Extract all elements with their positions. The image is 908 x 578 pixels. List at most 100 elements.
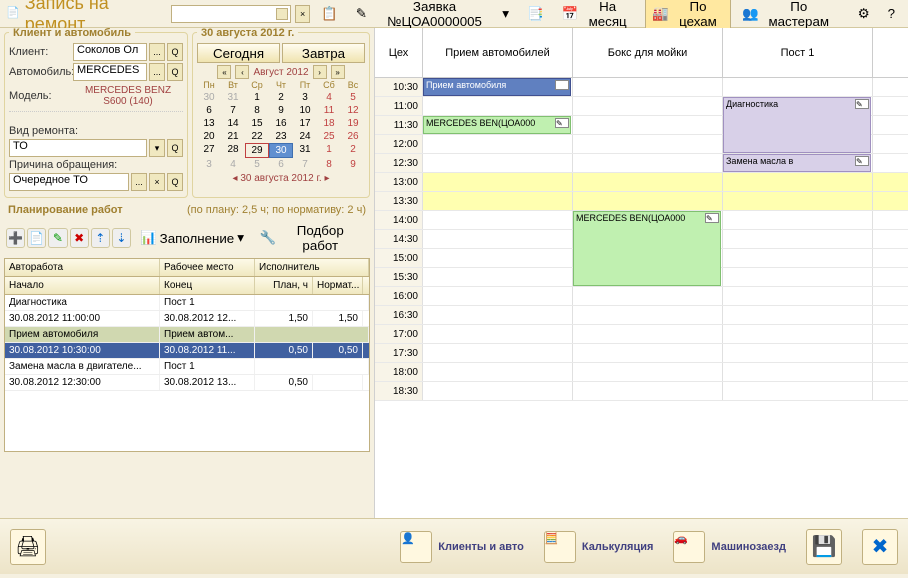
tomorrow-btn[interactable]: Завтра bbox=[282, 43, 365, 63]
cal-day[interactable]: 20 bbox=[197, 130, 221, 143]
slot[interactable] bbox=[723, 230, 873, 248]
repair-dd[interactable]: ▾ bbox=[149, 139, 165, 157]
copy-row-btn[interactable]: 📄 bbox=[27, 228, 46, 248]
slot[interactable] bbox=[573, 325, 723, 343]
slot[interactable] bbox=[423, 173, 573, 191]
cal-day[interactable]: 3 bbox=[197, 158, 221, 171]
slot[interactable] bbox=[723, 173, 873, 191]
table-row[interactable]: 30.08.2012 12:30:0030.08.2012 13...0,50 bbox=[5, 375, 369, 391]
slot[interactable] bbox=[423, 306, 573, 324]
cal-day[interactable]: 28 bbox=[221, 143, 245, 158]
slot[interactable] bbox=[573, 78, 723, 96]
slot[interactable] bbox=[723, 249, 873, 267]
auto-input[interactable]: MERCEDES bbox=[73, 63, 147, 81]
slot[interactable] bbox=[423, 97, 573, 115]
cal-prev-m[interactable]: ‹ bbox=[235, 65, 249, 79]
appointment[interactable]: Диагностика✎ bbox=[723, 97, 871, 153]
slot[interactable] bbox=[423, 249, 573, 267]
cal-day[interactable]: 15 bbox=[245, 117, 269, 130]
appointment[interactable]: MERCEDES BEN(ЦОА000✎ bbox=[573, 211, 721, 286]
copy-btn[interactable]: 📑 bbox=[520, 3, 551, 25]
cal-day[interactable]: 2 bbox=[341, 143, 365, 158]
cal-day[interactable]: 2 bbox=[269, 91, 293, 104]
slot[interactable] bbox=[423, 287, 573, 305]
clients-btn[interactable]: 👤Клиенты и авто bbox=[400, 531, 524, 563]
reason-pick[interactable]: ... bbox=[131, 173, 147, 191]
slot[interactable] bbox=[573, 382, 723, 400]
cal-day[interactable]: 4 bbox=[221, 158, 245, 171]
reason-input[interactable]: Очередное ТО bbox=[9, 173, 129, 191]
cal-day[interactable]: 30 bbox=[269, 143, 293, 158]
cal-day[interactable]: 8 bbox=[317, 158, 341, 171]
slot[interactable] bbox=[423, 268, 573, 286]
clear-btn[interactable]: × bbox=[295, 5, 310, 23]
slot[interactable] bbox=[723, 344, 873, 362]
table-row[interactable]: 30.08.2012 10:30:0030.08.2012 11...0,500… bbox=[5, 343, 369, 359]
cal-day[interactable]: 25 bbox=[317, 130, 341, 143]
slot[interactable] bbox=[423, 192, 573, 210]
auto-open[interactable]: Q bbox=[167, 63, 183, 81]
cal-day[interactable]: 31 bbox=[221, 91, 245, 104]
client-pick[interactable]: ... bbox=[149, 43, 165, 61]
by-master-btn[interactable]: 👥 По мастерам bbox=[735, 0, 842, 32]
fill-btn[interactable]: 📊 Заполнение ▾ bbox=[133, 227, 251, 249]
slot[interactable] bbox=[423, 325, 573, 343]
cal-day[interactable]: 10 bbox=[293, 104, 317, 117]
repair-input[interactable]: ТО bbox=[9, 139, 147, 157]
slot[interactable] bbox=[573, 154, 723, 172]
dropdown-icon[interactable] bbox=[276, 8, 288, 20]
slot[interactable] bbox=[573, 116, 723, 134]
cal-day[interactable]: 31 bbox=[293, 143, 317, 158]
month-btn[interactable]: 📅 На месяц bbox=[555, 0, 642, 32]
slot[interactable] bbox=[723, 382, 873, 400]
appt-icon[interactable]: ✎ bbox=[855, 156, 869, 166]
close-btn[interactable]: ✖ bbox=[862, 529, 898, 565]
appointment[interactable]: Замена масла в✎ bbox=[723, 154, 871, 172]
appt-icon[interactable]: ✎ bbox=[855, 99, 869, 109]
slot[interactable] bbox=[573, 173, 723, 191]
cal-day[interactable]: 9 bbox=[341, 158, 365, 171]
cal-day[interactable]: 1 bbox=[317, 143, 341, 158]
table-row[interactable]: 30.08.2012 11:00:0030.08.2012 12...1,501… bbox=[5, 311, 369, 327]
cal-day[interactable]: 22 bbox=[245, 130, 269, 143]
slot[interactable] bbox=[723, 268, 873, 286]
auto-pick[interactable]: ... bbox=[149, 63, 165, 81]
repair-open[interactable]: Q bbox=[167, 139, 183, 157]
appt-icon[interactable]: ✎ bbox=[555, 80, 569, 90]
cal-day[interactable]: 24 bbox=[293, 130, 317, 143]
cal-footer-prev[interactable]: ◂ bbox=[233, 173, 238, 184]
cal-day[interactable]: 7 bbox=[221, 104, 245, 117]
cal-day[interactable]: 19 bbox=[341, 117, 365, 130]
save-btn[interactable]: 💾 bbox=[806, 529, 842, 565]
help-btn[interactable]: ? bbox=[881, 3, 902, 24]
pick-btn[interactable]: 🔧 Подбор работ bbox=[253, 220, 368, 256]
slot[interactable] bbox=[573, 363, 723, 381]
today-btn[interactable]: Сегодня bbox=[197, 43, 280, 63]
cal-day[interactable]: 5 bbox=[341, 91, 365, 104]
cal-day[interactable]: 23 bbox=[269, 130, 293, 143]
slot[interactable] bbox=[723, 325, 873, 343]
action-btn[interactable]: 📋 bbox=[314, 3, 345, 25]
slot[interactable] bbox=[573, 97, 723, 115]
appointment[interactable]: Прием автомобиля✎ bbox=[423, 78, 571, 96]
cal-day[interactable]: 6 bbox=[269, 158, 293, 171]
cal-day[interactable]: 17 bbox=[293, 117, 317, 130]
request-link[interactable]: ✎ Заявка №ЦОА0000005 ▾ bbox=[349, 0, 516, 32]
cal-next-m[interactable]: › bbox=[313, 65, 327, 79]
slot[interactable] bbox=[573, 287, 723, 305]
cal-day[interactable]: 6 bbox=[197, 104, 221, 117]
slot[interactable] bbox=[723, 78, 873, 96]
del-btn[interactable]: ✖ bbox=[70, 228, 89, 248]
cal-day[interactable]: 7 bbox=[293, 158, 317, 171]
cal-day[interactable]: 27 bbox=[197, 143, 221, 158]
add-btn[interactable]: ➕ bbox=[6, 228, 25, 248]
more-btn[interactable]: ⚙ bbox=[851, 3, 877, 25]
cal-day[interactable]: 16 bbox=[269, 117, 293, 130]
cal-day[interactable]: 21 bbox=[221, 130, 245, 143]
slot[interactable] bbox=[423, 363, 573, 381]
cal-next-y[interactable]: » bbox=[331, 65, 345, 79]
slot[interactable] bbox=[723, 363, 873, 381]
cal-day[interactable]: 9 bbox=[269, 104, 293, 117]
slot[interactable] bbox=[423, 382, 573, 400]
reason-open[interactable]: Q bbox=[167, 173, 183, 191]
